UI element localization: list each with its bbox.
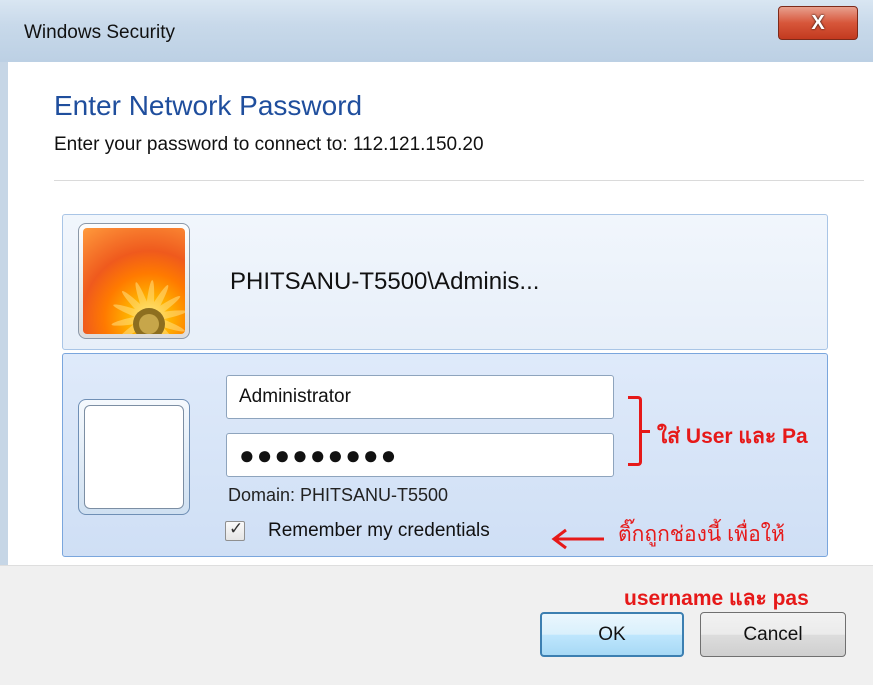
- header-divider: [54, 180, 864, 181]
- domain-label: Domain: PHITSANU-T5500: [228, 485, 449, 505]
- window-title: Windows Security: [24, 22, 175, 43]
- saved-account-name: PHITSANU-T5500\Adminis...: [230, 268, 540, 295]
- annotation-fill-in: ใส่ User และ Pa: [657, 425, 808, 448]
- blank-avatar-icon: [78, 399, 190, 515]
- title-bar: Windows Security X: [0, 0, 873, 63]
- red-arrow-icon: [551, 528, 604, 550]
- remember-checkbox[interactable]: ✓: [225, 519, 245, 541]
- checkbox-icon: ✓: [229, 519, 244, 538]
- remember-label[interactable]: Remember my credentials: [268, 520, 490, 542]
- annotation-tick-box: ติ๊กถูกช่องนี้ เพื่อให้: [618, 523, 785, 546]
- dialog-subtitle: Enter your password to connect to: 112.1…: [54, 134, 484, 155]
- password-field[interactable]: ●●●●●●●●●: [226, 433, 614, 477]
- dialog-heading: Enter Network Password: [54, 90, 363, 121]
- flower-avatar-icon: [78, 223, 190, 339]
- close-icon: X: [811, 11, 825, 34]
- annotation-remember: username และ pas: [624, 587, 809, 610]
- red-bracket-icon: [628, 396, 642, 466]
- cancel-button[interactable]: Cancel: [700, 612, 846, 657]
- close-button[interactable]: X: [778, 6, 858, 40]
- red-bracket-tip: [641, 430, 650, 433]
- ok-button[interactable]: OK: [540, 612, 684, 657]
- username-field[interactable]: Administrator: [226, 375, 614, 419]
